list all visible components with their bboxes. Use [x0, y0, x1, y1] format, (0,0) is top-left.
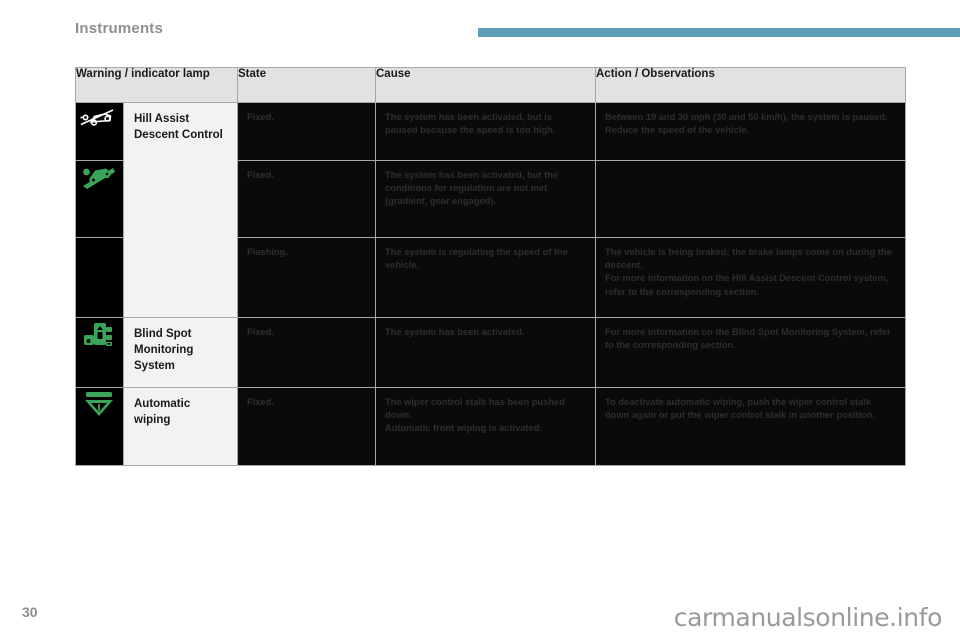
action-cell: Between 19 and 30 mph (30 and 50 km/h), … — [595, 102, 906, 161]
state-cell: Fixed. — [237, 102, 376, 161]
column-header-warning-indicator-lamp: Warning / indicator lamp — [75, 67, 238, 103]
cause-cell: The system is regulating the speed of th… — [375, 237, 596, 318]
table-header: Warning / indicator lamp State Cause Act… — [75, 67, 906, 103]
lamp-icon-cell-empty — [75, 237, 124, 318]
action-cell — [595, 160, 906, 238]
state-text: Flashing. — [247, 247, 288, 257]
table-header-row: Warning / indicator lamp State Cause Act… — [75, 67, 906, 103]
action-text: For more information on the Blind Spot M… — [605, 327, 891, 351]
lamp-name-blind-spot-monitoring-system: Blind Spot Monitoring System — [124, 318, 237, 385]
cause-text: The system has been activated. — [385, 327, 525, 337]
cause-text: The system is regulating the speed of th… — [385, 247, 568, 271]
page-section-title: Instruments — [75, 20, 164, 37]
lamp-icon-cell — [75, 102, 124, 161]
lamp-icon-cell — [75, 387, 124, 466]
action-cell: The vehicle is being braked; the brake l… — [595, 237, 906, 318]
cause-text: The wiper control stalk has been pushed … — [385, 397, 565, 434]
warning-lamp-table: Warning / indicator lamp State Cause Act… — [75, 67, 906, 466]
lamp-icon-cell — [75, 160, 124, 238]
cause-text: The system has been activated, but the c… — [385, 170, 559, 207]
state-text: Fixed. — [247, 327, 274, 337]
table-row: Automatic wiping Fixed. The wiper contro… — [75, 387, 906, 466]
cause-cell: The system has been activated, but is pa… — [375, 102, 596, 161]
state-cell: Fixed. — [237, 387, 376, 466]
car-on-slope-green-icon — [76, 161, 122, 193]
automatic-wiping-icon — [76, 388, 122, 420]
table-body: Hill Assist Descent Control Fixed. The s… — [75, 102, 906, 466]
lamp-name-cell: Blind Spot Monitoring System — [123, 317, 238, 388]
lamp-icon-cell — [75, 317, 124, 388]
state-text: Fixed. — [247, 397, 274, 407]
blind-spot-monitoring-icon — [76, 318, 122, 352]
table-row: Hill Assist Descent Control Fixed. The s… — [75, 102, 906, 318]
lamp-name-automatic-wiping: Automatic wiping — [124, 388, 237, 439]
action-text: To deactivate automatic wiping, push the… — [605, 397, 876, 421]
table-row: Blind Spot Monitoring System Fixed. The … — [75, 317, 906, 388]
cause-cell: The wiper control stalk has been pushed … — [375, 387, 596, 466]
action-text: Between 19 and 30 mph (30 and 50 km/h), … — [605, 112, 888, 136]
lamp-name-hill-assist-descent-control: Hill Assist Descent Control — [124, 103, 237, 154]
car-on-slope-descent-icon — [76, 103, 122, 133]
state-cell: Flashing. — [237, 237, 376, 318]
column-header-cause: Cause — [375, 67, 596, 103]
action-cell: To deactivate automatic wiping, push the… — [595, 387, 906, 466]
page-number: 30 — [22, 604, 38, 620]
column-header-action-observations: Action / Observations — [595, 67, 906, 103]
cause-cell: The system has been activated, but the c… — [375, 160, 596, 238]
action-cell: For more information on the Blind Spot M… — [595, 317, 906, 388]
state-cell: Fixed. — [237, 160, 376, 238]
state-cell: Fixed. — [237, 317, 376, 388]
column-header-state: State — [237, 67, 376, 103]
action-text: The vehicle is being braked; the brake l… — [605, 247, 892, 297]
cause-cell: The system has been activated. — [375, 317, 596, 388]
page-header: Instruments — [0, 0, 960, 46]
site-watermark: carmanualsonline.info — [673, 603, 943, 632]
header-rule — [478, 28, 960, 37]
state-text: Fixed. — [247, 170, 274, 180]
lamp-name-cell: Hill Assist Descent Control — [123, 102, 238, 318]
state-text: Fixed. — [247, 112, 274, 122]
action-text — [596, 161, 905, 179]
cause-text: The system has been activated, but is pa… — [385, 112, 556, 136]
lamp-name-cell: Automatic wiping — [123, 387, 238, 466]
